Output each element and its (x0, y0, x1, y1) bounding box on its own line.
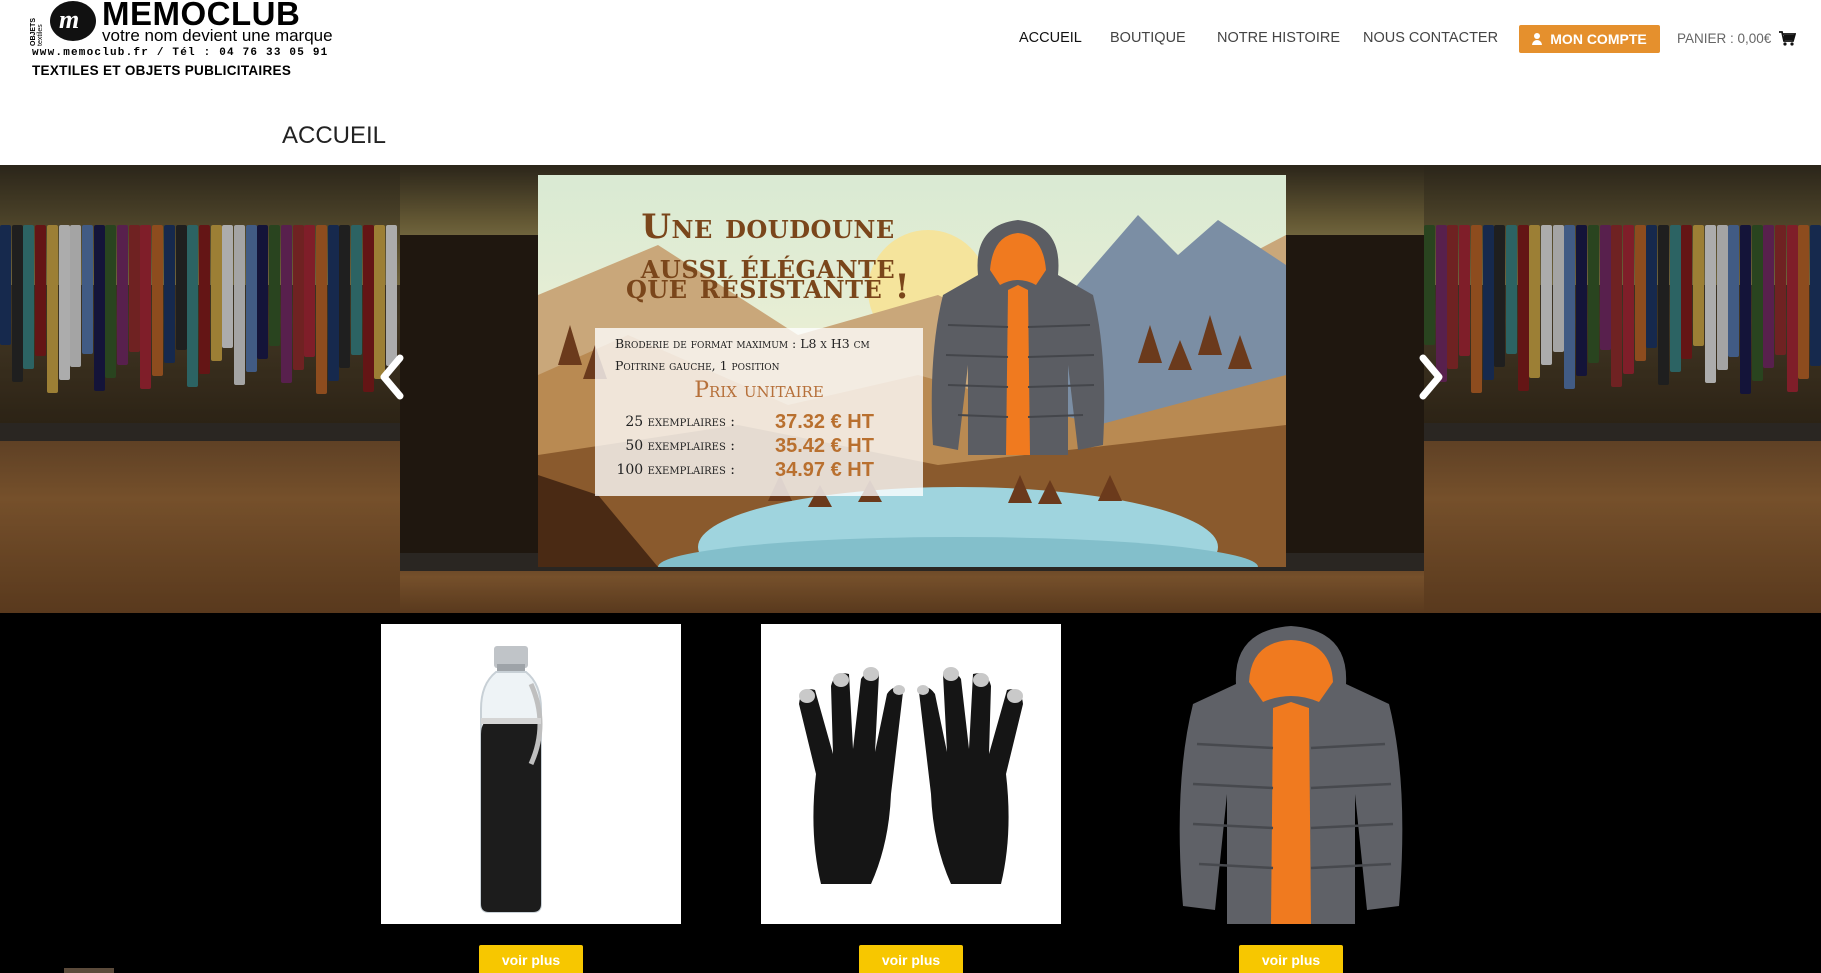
cart-icon (1779, 31, 1797, 46)
price-value-100: 34.97 € HT (775, 459, 874, 481)
product-card-bottle[interactable] (381, 624, 681, 924)
price-qty-25: 25 exemplaires : (625, 414, 735, 430)
hero-slider: Une doudoune aussi élégante que résistan… (0, 165, 1821, 613)
product-card-gloves[interactable] (761, 624, 1061, 924)
banner-title-line2: que résistante ! (625, 267, 911, 307)
brand-tagline: votre nom devient une marque (102, 26, 333, 45)
price-value-25: 37.32 € HT (775, 411, 874, 433)
memoclub-logo[interactable]: OBJETS textiles m MEMOCLUB votre nom dev… (30, 0, 360, 80)
product-card-jacket[interactable] (1141, 624, 1441, 924)
logo-mark-icon: m (50, 1, 96, 41)
slider-next-button[interactable] (1411, 347, 1451, 407)
site-header: OBJETS textiles m MEMOCLUB votre nom dev… (0, 0, 1821, 165)
detail-line2: Poitrine gauche, 1 position (615, 358, 780, 373)
brand-subtitle: TEXTILES ET OBJETS PUBLICITAIRES (32, 63, 292, 78)
nav-accueil[interactable]: ACCUEIL (1019, 30, 1082, 46)
shop-photo-left (0, 165, 400, 613)
price-value-50: 35.42 € HT (775, 435, 874, 457)
banner-jacket-image (931, 220, 1105, 455)
product-more-button-jacket[interactable]: voir plus (1239, 945, 1343, 973)
water-bottle-image (480, 646, 543, 913)
shop-photo-right (1424, 165, 1821, 613)
price-heading: Prix unitaire (694, 378, 824, 403)
detail-line1: Broderie de format maximum : L8 x H3 cm (615, 336, 870, 351)
account-label: MON COMPTE (1550, 31, 1647, 47)
nav-nous-contacter[interactable]: NOUS CONTACTER (1363, 30, 1498, 46)
nav-boutique[interactable]: BOUTIQUE (1110, 30, 1186, 46)
corner-widget (64, 968, 114, 973)
product-more-button-bottle[interactable]: voir plus (479, 945, 583, 973)
brand-contact: www.memoclub.fr / Tél : 04 76 33 05 91 (32, 47, 329, 59)
page-title: ACCUEIL (282, 122, 387, 149)
price-box: Broderie de format maximum : L8 x H3 cm … (595, 328, 923, 496)
promo-banner[interactable]: Une doudoune aussi élégante que résistan… (538, 175, 1286, 567)
account-button[interactable]: MON COMPTE (1519, 25, 1660, 53)
logo-side-text: OBJETS textiles (30, 17, 44, 46)
slider-prev-button[interactable] (372, 347, 412, 407)
nav-notre-histoire[interactable]: NOTRE HISTOIRE (1217, 30, 1340, 46)
cart-label: PANIER : 0,00€ (1677, 31, 1772, 46)
product-grid: voir plus voir plus voir plus (0, 613, 1821, 973)
cart-link[interactable]: PANIER : 0,00€ (1677, 31, 1797, 46)
user-icon (1532, 33, 1543, 45)
chevron-left-icon (380, 354, 404, 400)
puffer-jacket-image (1179, 626, 1403, 924)
product-more-button-gloves[interactable]: voir plus (859, 945, 963, 973)
touch-gloves-image (799, 667, 1023, 884)
price-qty-100: 100 exemplaires : (616, 462, 735, 478)
price-qty-50: 50 exemplaires : (625, 438, 735, 454)
chevron-right-icon (1419, 354, 1443, 400)
